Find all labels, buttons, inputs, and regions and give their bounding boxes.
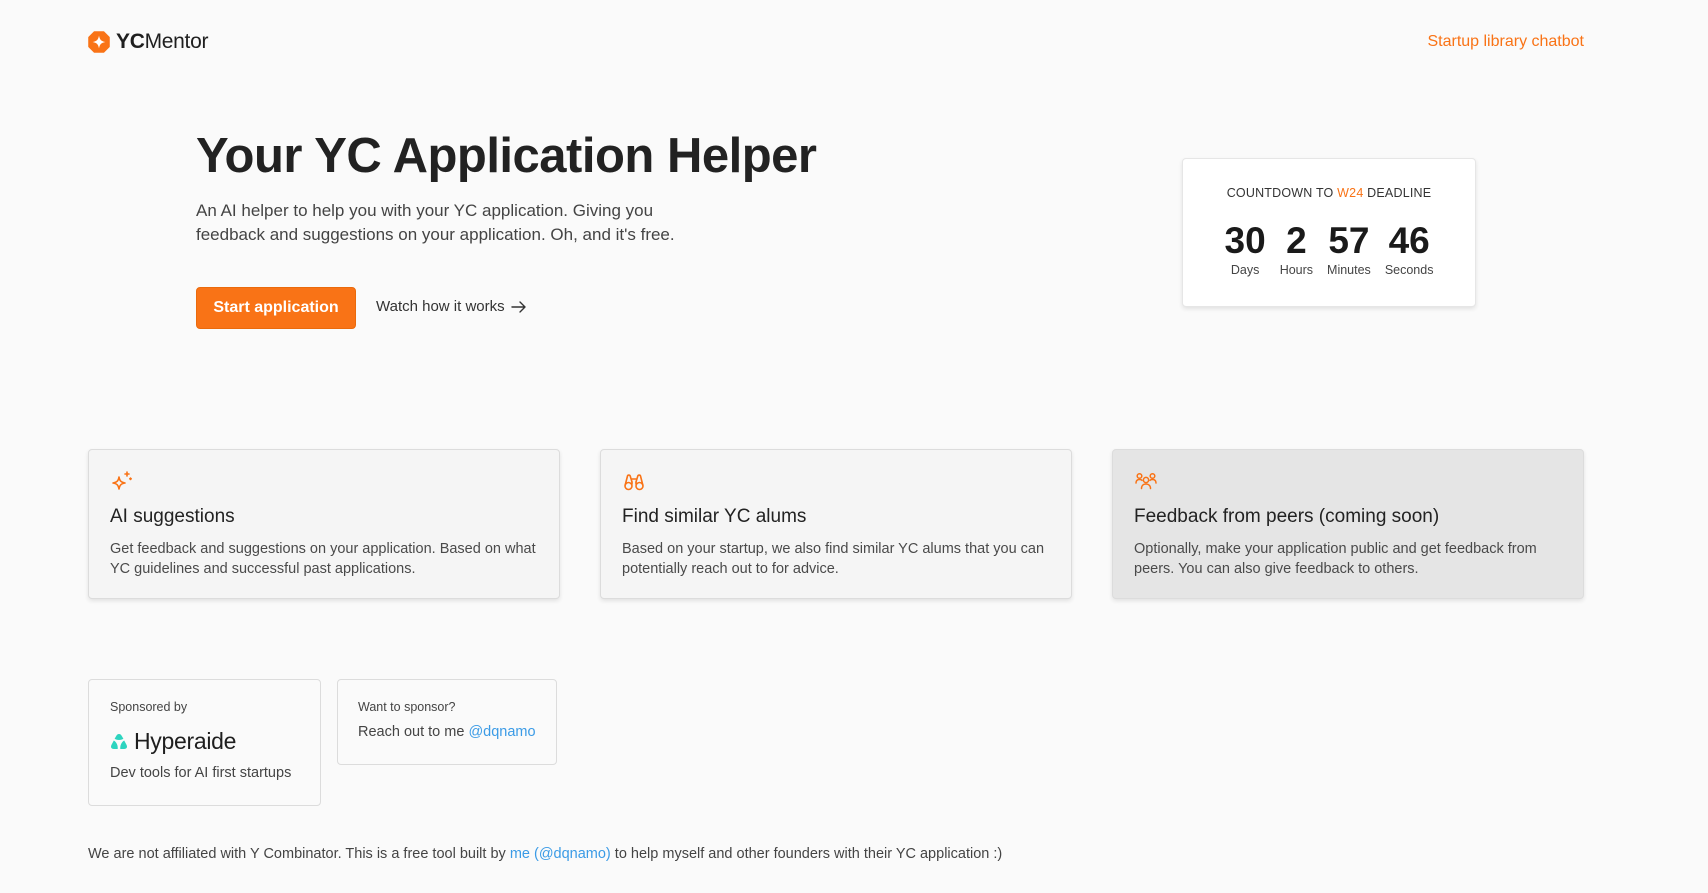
logo[interactable]: YCMentor bbox=[88, 30, 208, 54]
startup-library-chatbot-link[interactable]: Startup library chatbot bbox=[1427, 33, 1584, 51]
want-to-sponsor-text: Reach out to me @dqnamo bbox=[358, 724, 536, 740]
sponsor-card[interactable]: Sponsored by Hyperaide Dev tools for AI … bbox=[88, 679, 321, 806]
feature-title: Find similar YC alums bbox=[622, 506, 807, 527]
feature-title: Feedback from peers (coming soon) bbox=[1134, 506, 1440, 527]
countdown-batch: W24 bbox=[1337, 186, 1364, 200]
binoculars-icon bbox=[624, 474, 644, 491]
countdown-label: Seconds bbox=[1384, 263, 1434, 277]
countdown-title: COUNTDOWN TO W24 DEADLINE bbox=[1183, 186, 1475, 200]
countdown-value: 30 bbox=[1224, 220, 1266, 261]
hyperaide-logo-icon bbox=[111, 734, 127, 749]
logo-text: YCMentor bbox=[116, 30, 208, 54]
logo-text-light: Mentor bbox=[144, 30, 209, 53]
sponsor-tagline: Dev tools for AI first startups bbox=[110, 765, 292, 781]
start-application-button[interactable]: Start application bbox=[196, 287, 356, 329]
feature-card-peer-feedback: Feedback from peers (coming soon) Option… bbox=[1112, 449, 1584, 599]
sparkles-icon bbox=[112, 471, 133, 490]
countdown-label: Minutes bbox=[1327, 263, 1371, 277]
countdown-minutes: 57 Minutes bbox=[1327, 220, 1371, 278]
feature-description: Based on your startup, we also find simi… bbox=[622, 541, 1045, 577]
countdown-title-prefix: COUNTDOWN TO bbox=[1226, 186, 1334, 200]
countdown-hours: 2 Hours bbox=[1279, 220, 1314, 278]
logo-text-bold: YC bbox=[116, 30, 145, 53]
sponsor-label: Sponsored by bbox=[110, 700, 188, 714]
feature-description: Get feedback and suggestions on your app… bbox=[110, 541, 536, 577]
feature-description: Optionally, make your application public… bbox=[1134, 541, 1537, 577]
countdown-days: 30 Days bbox=[1224, 220, 1266, 278]
countdown-value: 57 bbox=[1328, 220, 1370, 261]
dqnamo-handle-link[interactable]: @dqnamo bbox=[468, 724, 535, 740]
logo-star-icon bbox=[88, 31, 110, 53]
countdown-card: COUNTDOWN TO W24 DEADLINE 30 Days 2 Hour… bbox=[1182, 158, 1476, 307]
footer-disclaimer: We are not affiliated with Y Combinator.… bbox=[88, 846, 1002, 862]
countdown-label: Days bbox=[1230, 263, 1260, 277]
watch-how-it-works-label: Watch how it works bbox=[376, 298, 505, 315]
watch-how-it-works-link[interactable]: Watch how it works bbox=[376, 298, 527, 315]
arrow-right-icon bbox=[510, 300, 526, 313]
feature-card-similar-alums: Find similar YC alums Based on your star… bbox=[600, 449, 1072, 599]
users-icon bbox=[1135, 472, 1157, 490]
countdown-label: Hours bbox=[1279, 263, 1314, 277]
reach-out-text: Reach out to me bbox=[358, 724, 465, 740]
hero-subtitle: An AI helper to help you with your YC ap… bbox=[196, 201, 675, 244]
countdown-seconds: 46 Seconds bbox=[1384, 220, 1434, 278]
want-to-sponsor-card: Want to sponsor? Reach out to me @dqnamo bbox=[337, 679, 557, 765]
countdown-value: 2 bbox=[1286, 220, 1307, 261]
want-to-sponsor-label: Want to sponsor? bbox=[358, 700, 456, 714]
countdown-value: 46 bbox=[1388, 220, 1430, 261]
footer-text-before: We are not affiliated with Y Combinator.… bbox=[88, 846, 506, 862]
feature-card-ai-suggestions: AI suggestions Get feedback and suggesti… bbox=[88, 449, 560, 599]
sponsor-brand: Hyperaide bbox=[110, 728, 299, 755]
footer-author-link[interactable]: me (@dqnamo) bbox=[510, 846, 611, 862]
countdown-units: 30 Days 2 Hours 57 Minutes 46 Seconds bbox=[1183, 220, 1475, 278]
countdown-title-suffix: DEADLINE bbox=[1367, 186, 1432, 200]
sponsor-brand-name: Hyperaide bbox=[134, 728, 237, 754]
footer-text-after: to help myself and other founders with t… bbox=[614, 846, 1003, 862]
feature-title: AI suggestions bbox=[110, 506, 235, 527]
page-title: Your YC Application Helper bbox=[196, 129, 817, 183]
